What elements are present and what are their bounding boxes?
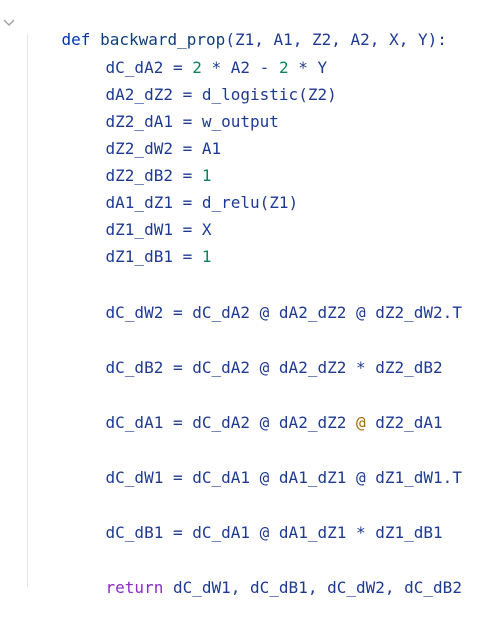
code-line-9[interactable]: dZ1_dB1 = 1 [67,224,212,266]
number-literal: 1 [201,247,212,266]
code-token: dC_dB2 = dC_dA2 @ dA2_dZ2 * dZ2_dB2 [105,358,443,377]
code-line-3[interactable]: dA2_dZ2 = d_logistic(Z2) [67,62,337,104]
code-line-15[interactable]: return dC_dW1, dC_dB1, dC_dW2, dC_dB2 [67,555,462,597]
code-line-12[interactable]: dC_dA1 = dC_dA2 @ dA2_dZ2 @ dZ2_dA1 [67,390,443,432]
keyword-return: return [105,578,164,597]
code-token: dC_dW2 = dC_dA2 @ dA2_dZ2 @ dZ2_dW2.T [105,303,462,322]
code-line-7[interactable]: dA1_dZ1 = d_relu(Z1) [67,170,299,212]
code-line-8[interactable]: dZ1_dW1 = X [67,197,212,239]
code-token: dC_dA1 = dC_dA2 @ dA2_dZ2 [105,413,356,432]
code-line-2[interactable]: dC_dA2 = 2 * A2 - 2 * Y [67,35,328,77]
code-line-10[interactable]: dC_dW2 = dC_dA2 @ dA2_dZ2 @ dZ2_dW2.T [67,280,462,322]
code-line-11[interactable]: dC_dB2 = dC_dA2 @ dA2_dZ2 * dZ2_dB2 [67,335,443,377]
chevron-down-icon[interactable] [3,13,15,26]
code-line-6[interactable]: dZ2_dB2 = 1 [67,143,212,185]
code-line-13[interactable]: dC_dW1 = dC_dA1 @ dA1_dZ1 @ dZ1_dW1.T [67,445,462,487]
highlighted-operator: @ [355,413,366,432]
code-token: dC_dB1 = dC_dA1 @ dA1_dZ1 * dZ1_dB1 [105,523,443,542]
code-editor[interactable]: def backward_prop(Z1, A1, Z2, A2, X, Y):… [0,0,498,597]
code-token: dZ2_dA1 [365,413,443,432]
code-token: dC_dW1, dC_dB1, dC_dW2, dC_dB2 [163,578,462,597]
code-line-1[interactable]: def backward_prop(Z1, A1, Z2, A2, X, Y): [23,7,447,49]
code-token: dZ1_dB1 = [105,247,202,266]
code-line-5[interactable]: dZ2_dW2 = A1 [67,116,222,158]
code-line-4[interactable]: dZ2_dA1 = w_output [67,89,279,131]
indent-guide [27,34,28,587]
code-line-14[interactable]: dC_dB1 = dC_dA1 @ dA1_dZ1 * dZ1_dB1 [67,500,443,542]
code-token: dC_dW1 = dC_dA1 @ dA1_dZ1 @ dZ1_dW1.T [105,468,462,487]
